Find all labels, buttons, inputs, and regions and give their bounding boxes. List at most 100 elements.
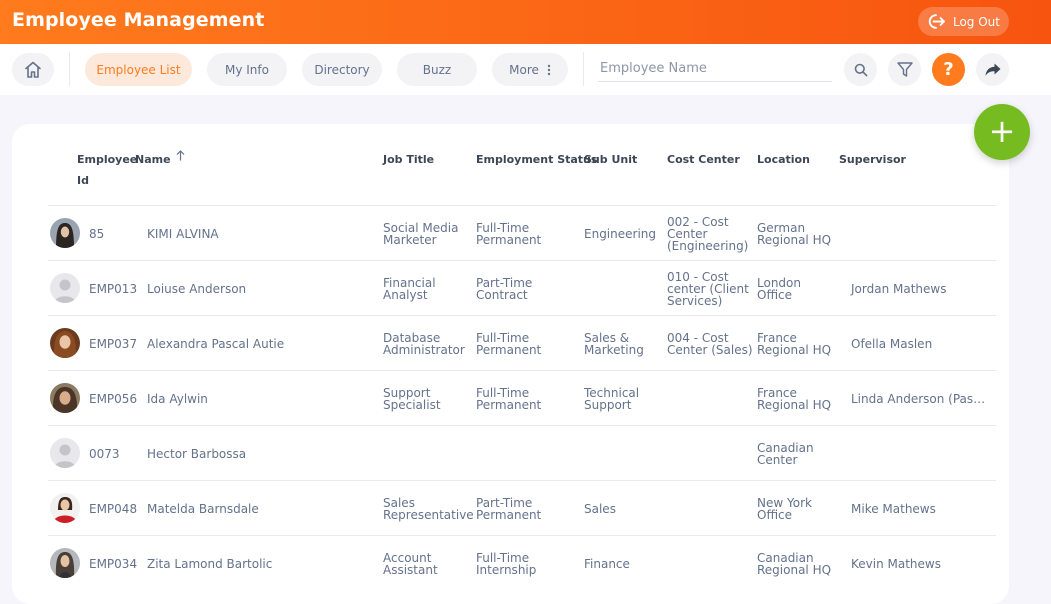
- logout-label: Log Out: [952, 14, 1000, 29]
- table-row[interactable]: EMP037 Alexandra Pascal Autie Database Admi…: [48, 315, 996, 371]
- help-icon: ?: [943, 59, 954, 80]
- logout-button[interactable]: Log Out: [918, 7, 1009, 36]
- employee-id-cell: EMP048: [89, 501, 138, 516]
- cell-line: Contract: [476, 287, 528, 302]
- header-line: Id: [77, 174, 89, 187]
- tab-label: Employee List: [96, 62, 181, 77]
- location-cell: France Regional HQ: [757, 332, 831, 356]
- cell-line: Finance: [584, 556, 630, 571]
- avatar: [50, 438, 80, 468]
- job-title-cell: Account Assistant: [383, 552, 438, 576]
- cell-line: Marketer: [383, 232, 437, 247]
- cell-line: Marketing: [584, 342, 644, 357]
- avatar: [50, 548, 80, 578]
- home-button[interactable]: [12, 53, 54, 86]
- employee-name-cell: Zita Lamond Bartolic: [147, 556, 273, 571]
- avatar: [50, 493, 80, 523]
- sub-unit-cell: Engineering: [584, 228, 656, 240]
- share-button[interactable]: [976, 53, 1009, 86]
- header-label: Name: [135, 153, 171, 166]
- plus-icon: +: [988, 112, 1016, 150]
- nav-divider: [69, 52, 70, 86]
- cell-line: Sales: [584, 501, 616, 516]
- table-row[interactable]: EMP013 Loiuse Anderson Financial Analyst Par…: [48, 260, 996, 316]
- supervisor-cell: Mike Mathews: [851, 501, 936, 516]
- supervisor-cell: Linda Anderson (Pas…: [851, 391, 986, 406]
- tab-label: My Info: [225, 62, 269, 77]
- tab-label: Directory: [314, 62, 370, 77]
- cell-line: Analyst: [383, 287, 428, 302]
- cell-line: Regional HQ: [757, 562, 832, 577]
- location-cell: France Regional HQ: [757, 387, 831, 411]
- employment-status-cell: Part-Time Contract: [476, 277, 532, 301]
- add-employee-button[interactable]: +: [974, 104, 1030, 160]
- filter-button[interactable]: [888, 53, 921, 86]
- tab-my-info[interactable]: My Info: [207, 53, 287, 86]
- job-title-cell: Financial Analyst: [383, 277, 436, 301]
- employment-status-cell: Full-Time Internship: [476, 552, 536, 576]
- table-row[interactable]: EMP048 Matelda Barnsdale Sales Representati…: [48, 480, 996, 536]
- cell-line: Support: [584, 397, 632, 412]
- employment-status-cell: Full-Time Permanent: [476, 387, 541, 411]
- employee-id-cell: 85: [89, 226, 105, 241]
- avatar: [50, 218, 80, 248]
- table-row[interactable]: 85 KIMI ALVINA Social Media Marketer Full-Ti…: [48, 205, 996, 261]
- employee-name-cell: Loiuse Anderson: [147, 281, 247, 296]
- column-header-location[interactable]: Location: [757, 149, 810, 170]
- column-header-name[interactable]: Name: [135, 149, 185, 170]
- table-row[interactable]: EMP034 Zita Lamond Bartolic Account Assista…: [48, 535, 996, 591]
- employee-id-cell: EMP037: [89, 336, 138, 351]
- sub-unit-cell: Sales & Marketing: [584, 332, 644, 356]
- sub-unit-cell: Finance: [584, 558, 630, 570]
- job-title-cell: Support Specialist: [383, 387, 441, 411]
- sort-ascending-icon[interactable]: [176, 150, 185, 161]
- search-button[interactable]: [844, 53, 877, 86]
- employee-name-cell: Ida Aylwin: [147, 391, 208, 406]
- cell-line: Assistant: [383, 562, 438, 577]
- location-cell: Canadian Regional HQ: [757, 552, 831, 576]
- cell-line: Representative: [383, 507, 474, 522]
- table-row[interactable]: EMP056 Ida Aylwin Support Specialist Full-Ti…: [48, 370, 996, 426]
- more-vertical-icon: [547, 64, 551, 75]
- table-row[interactable]: 0073 Hector Barbossa Canadian Center: [48, 425, 996, 481]
- cell-line: Services): [667, 293, 723, 308]
- help-button[interactable]: ?: [932, 53, 965, 86]
- location-cell: Canadian Center: [757, 442, 814, 466]
- home-icon: [25, 61, 41, 78]
- supervisor-cell: Ofella Maslen: [851, 336, 933, 351]
- cell-line: Specialist: [383, 397, 441, 412]
- employee-name-cell: KIMI ALVINA: [147, 226, 219, 241]
- employee-name-search-input[interactable]: [598, 56, 832, 82]
- tab-label: More: [509, 62, 539, 77]
- employment-status-cell: Full-Time Permanent: [476, 332, 541, 356]
- tab-more[interactable]: More: [492, 53, 568, 86]
- column-header-employment-status[interactable]: Employment Status: [476, 149, 597, 170]
- column-header-supervisor[interactable]: Supervisor: [839, 149, 906, 170]
- avatar: [50, 383, 80, 413]
- employee-id-cell: EMP013: [89, 281, 138, 296]
- tab-employee-list[interactable]: Employee List: [85, 53, 192, 86]
- tab-buzz[interactable]: Buzz: [397, 53, 477, 86]
- employee-id-cell: EMP034: [89, 556, 138, 571]
- app-title: Employee Management: [12, 9, 265, 31]
- column-header-cost-center[interactable]: Cost Center: [667, 149, 740, 170]
- column-header-job-title[interactable]: Job Title: [383, 149, 434, 170]
- column-header-sub-unit[interactable]: Sub Unit: [584, 149, 637, 170]
- logout-icon: [928, 14, 945, 29]
- column-header-employee-id[interactable]: Employee Id: [77, 149, 137, 191]
- employee-id-cell: EMP056: [89, 391, 138, 406]
- job-title-cell: Social Media Marketer: [383, 222, 458, 246]
- share-arrow-icon: [985, 63, 1000, 76]
- employee-id-cell: 0073: [89, 446, 120, 461]
- search-icon: [854, 63, 867, 76]
- employee-name-cell: Alexandra Pascal Autie: [147, 336, 285, 351]
- sub-unit-cell: Technical Support: [584, 387, 639, 411]
- cost-center-cell: 010 - Cost center (Client Services): [667, 271, 749, 307]
- cell-line: Regional HQ: [757, 397, 832, 412]
- nav-bar: Employee List My Info Directory Buzz Mor…: [0, 44, 1051, 95]
- cell-line: Center (Sales): [667, 342, 753, 357]
- employment-status-cell: Part-Time Permanent: [476, 497, 541, 521]
- tab-directory[interactable]: Directory: [302, 53, 382, 86]
- cell-line: Regional HQ: [757, 232, 832, 247]
- cell-line: Office: [757, 507, 793, 522]
